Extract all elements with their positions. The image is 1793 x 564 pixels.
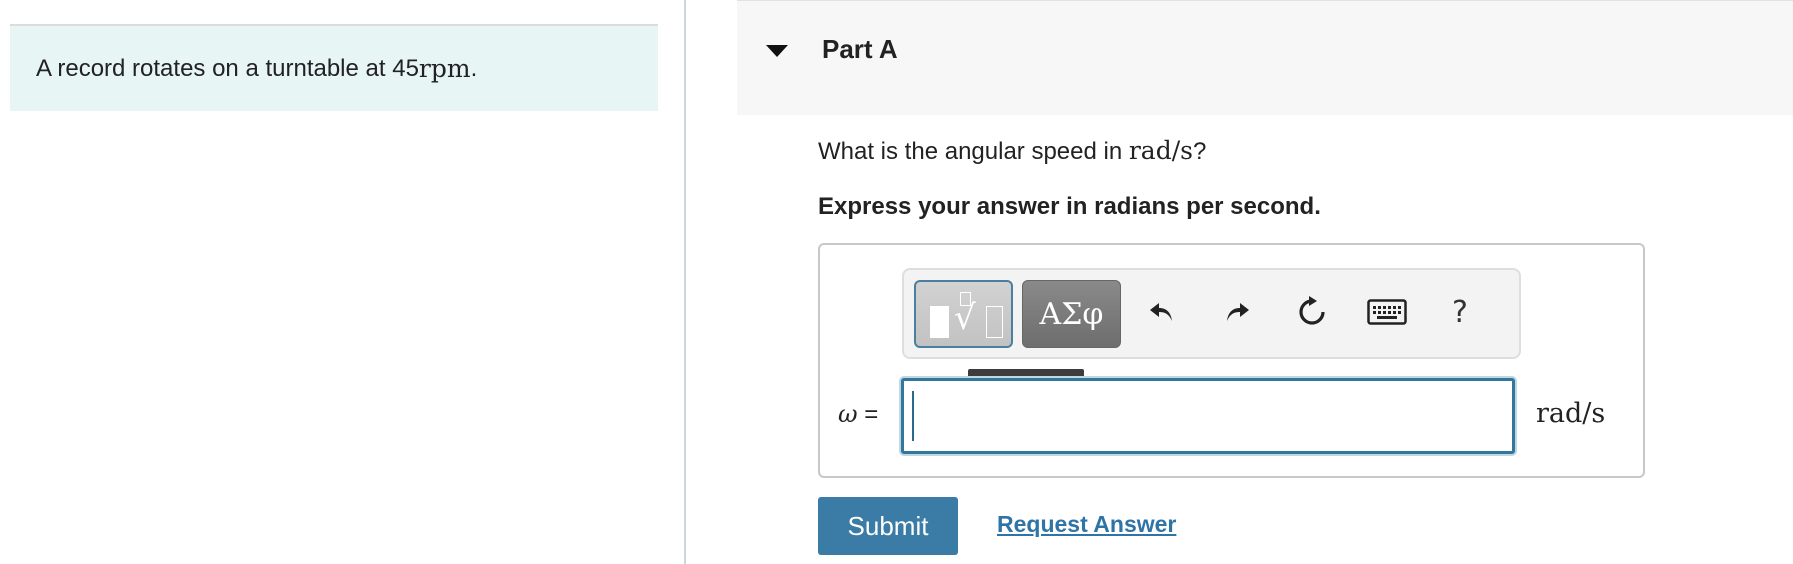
text-cursor: [912, 391, 914, 441]
part-header[interactable]: Part A: [737, 0, 1793, 115]
equals-sign: =: [857, 401, 879, 428]
panel-divider: [684, 0, 686, 564]
question-text: What is the angular speed in rad/s?: [818, 136, 1206, 166]
question-unit: rad/s: [1128, 136, 1193, 165]
problem-suffix: .: [470, 54, 478, 82]
templates-block-icon: [930, 306, 949, 338]
problem-unit: rpm: [418, 54, 471, 83]
answer-variable-label: ω =: [838, 400, 878, 429]
help-button[interactable]: ?: [1438, 290, 1482, 334]
answer-unit: rad/s: [1536, 398, 1606, 429]
question-prefix: What is the angular speed in: [818, 138, 1129, 165]
submit-button[interactable]: Submit: [818, 497, 958, 555]
problem-text: A record rotates on a turntable at 45: [36, 54, 419, 82]
templates-radicand-box-icon: [986, 306, 1003, 338]
answer-instruction: Express your answer in radians per secon…: [818, 193, 1321, 220]
undo-icon[interactable]: [1140, 290, 1184, 334]
request-answer-link[interactable]: Request Answer: [997, 511, 1176, 538]
math-toolbar: √ ΑΣφ ?: [902, 268, 1521, 359]
keyboard-icon[interactable]: [1365, 290, 1409, 334]
collapse-caret-icon[interactable]: [766, 45, 788, 57]
square-root-icon: √: [954, 298, 976, 338]
answer-input[interactable]: [901, 378, 1515, 454]
reset-icon[interactable]: [1290, 290, 1334, 334]
variable-symbol: ω: [838, 400, 858, 428]
problem-statement: A record rotates on a turntable at 45 rp…: [10, 24, 658, 111]
greek-symbols-button[interactable]: ΑΣφ: [1022, 280, 1121, 348]
problem-panel: A record rotates on a turntable at 45 rp…: [0, 0, 684, 564]
question-suffix: ?: [1192, 138, 1207, 165]
redo-icon[interactable]: [1215, 290, 1259, 334]
templates-button[interactable]: √: [914, 280, 1013, 348]
part-title: Part A: [822, 34, 898, 64]
